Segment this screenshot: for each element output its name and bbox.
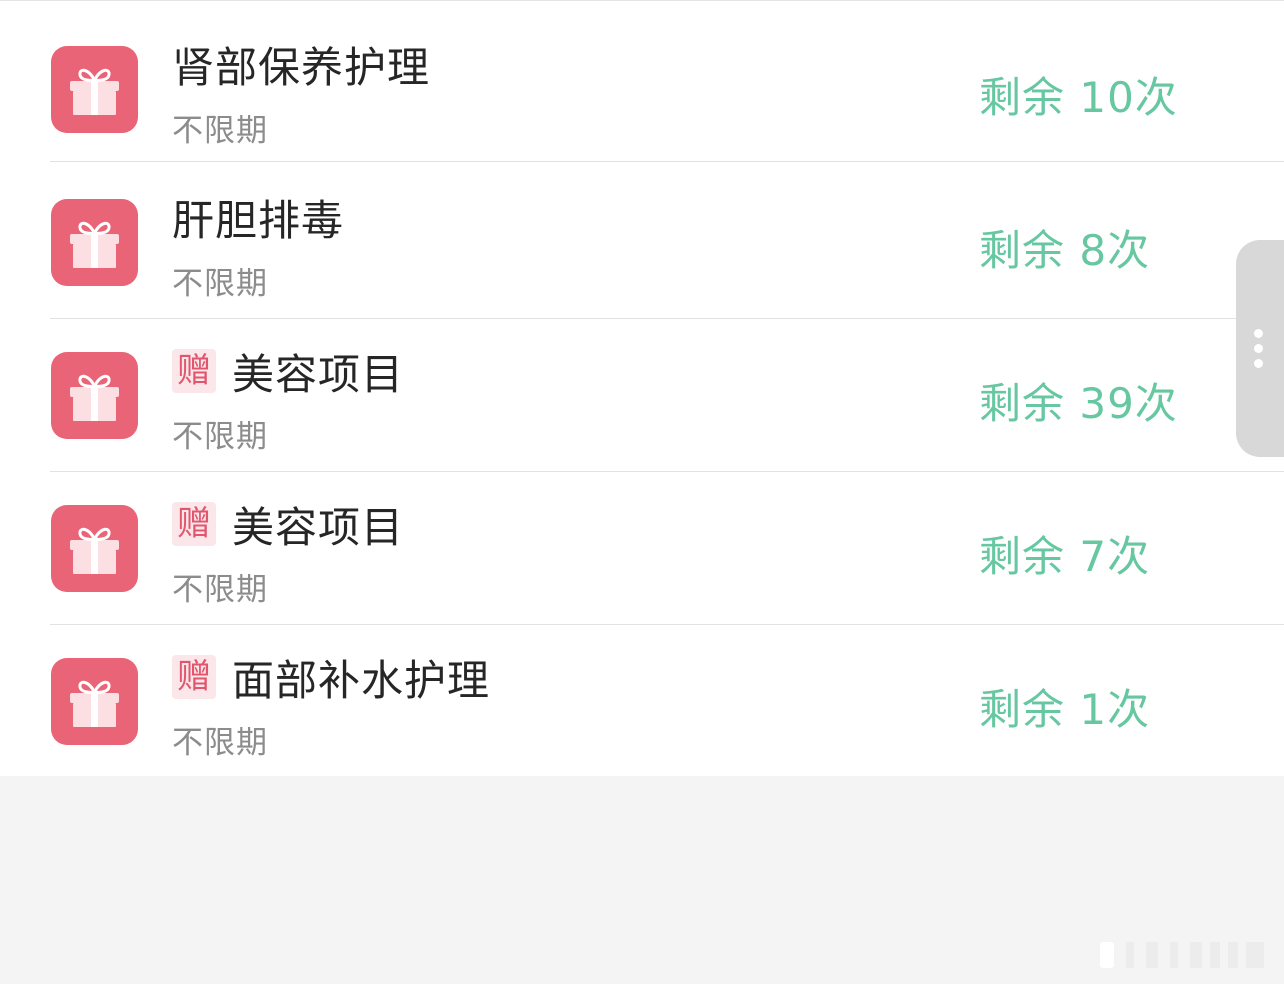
item-term: 不限期	[172, 266, 268, 302]
gift-icon	[51, 46, 138, 133]
dot	[1254, 329, 1263, 338]
gift-badge: 赠	[172, 349, 216, 393]
item-term: 不限期	[172, 725, 268, 761]
list-item[interactable]: 赠 面部补水护理 不限期 剩余 1次	[0, 625, 1284, 778]
item-title-row: 赠 美容项目	[172, 344, 404, 399]
gift-badge: 赠	[172, 655, 216, 699]
item-title: 面部补水护理	[232, 655, 491, 705]
gift-icon	[51, 199, 138, 286]
item-remaining: 剩余 10次	[979, 73, 1178, 122]
gift-badge: 赠	[172, 502, 216, 546]
item-title: 肝胆排毒	[172, 195, 345, 245]
item-title-row: 肝胆排毒	[172, 190, 344, 245]
list-item[interactable]: 赠 美容项目 不限期 剩余 7次	[0, 472, 1284, 625]
item-term: 不限期	[172, 572, 268, 608]
gift-icon	[51, 505, 138, 592]
dot	[1254, 344, 1263, 353]
item-title: 美容项目	[232, 502, 405, 552]
item-term: 不限期	[172, 113, 268, 149]
divider	[50, 161, 1284, 162]
item-remaining: 剩余 7次	[979, 532, 1151, 581]
item-title-row: 赠 美容项目	[172, 497, 404, 552]
list-item[interactable]: 肝胆排毒 不限期 剩余 8次	[0, 166, 1284, 319]
watermark-logo	[1096, 938, 1272, 970]
item-title: 肾部保养护理	[172, 42, 431, 92]
item-term: 不限期	[172, 419, 268, 455]
item-remaining: 剩余 8次	[979, 226, 1151, 275]
list-item[interactable]: 赠 美容项目 不限期 剩余 39次	[0, 319, 1284, 472]
item-remaining: 剩余 39次	[979, 379, 1178, 428]
gift-icon	[51, 658, 138, 745]
list-item[interactable]: 肾部保养护理 不限期 剩余 10次	[0, 9, 1284, 162]
item-title-row: 肾部保养护理	[172, 37, 430, 92]
gift-icon	[51, 352, 138, 439]
item-remaining: 剩余 1次	[979, 685, 1151, 734]
more-vertical-icon[interactable]	[1236, 240, 1284, 457]
dot	[1254, 359, 1263, 368]
card-list: 肾部保养护理 不限期 剩余 10次 肝胆排毒 不限期 剩余 8次 赠 美容项目 …	[0, 0, 1284, 776]
item-title-row: 赠 面部补水护理	[172, 650, 490, 705]
item-title: 美容项目	[232, 349, 405, 399]
